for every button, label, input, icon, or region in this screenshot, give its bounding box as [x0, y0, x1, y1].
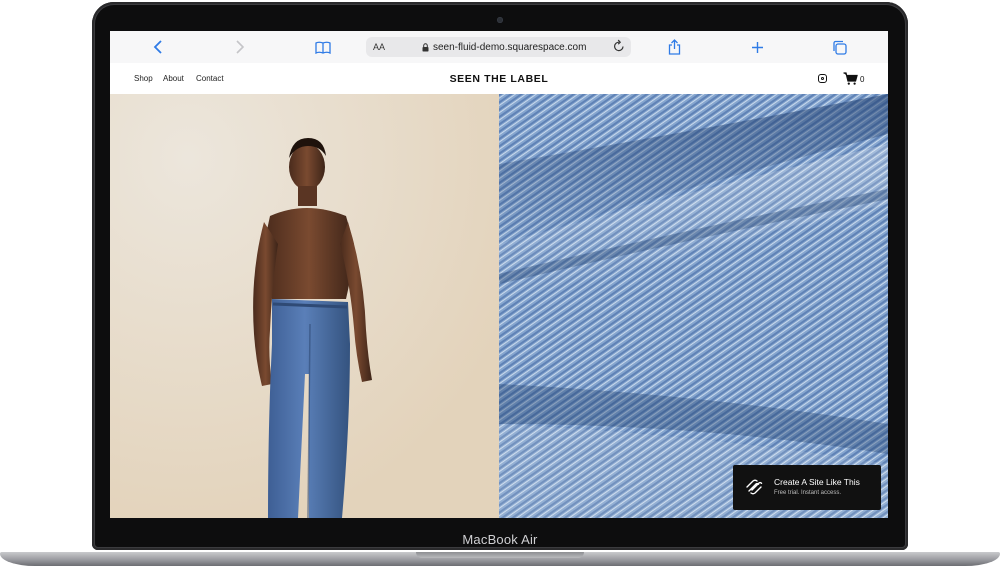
book-icon	[315, 41, 331, 54]
instagram-icon[interactable]	[818, 74, 827, 83]
hero-section	[110, 94, 888, 518]
back-button[interactable]	[148, 37, 168, 57]
text-size-button[interactable]: AA	[373, 42, 385, 52]
safari-toolbar: AA seen-fluid-demo.squarespace.com	[110, 31, 888, 64]
url-text: seen-fluid-demo.squarespace.com	[433, 41, 587, 53]
chevron-right-icon	[236, 40, 245, 54]
site-logo[interactable]: SEEN THE LABEL	[110, 73, 888, 85]
tabs-button[interactable]	[829, 37, 849, 57]
cta-subtitle: Free trial. Instant access.	[774, 490, 842, 496]
share-icon	[668, 39, 680, 55]
forward-button[interactable]	[230, 37, 250, 57]
plus-icon	[751, 41, 763, 53]
reload-button[interactable]	[613, 39, 625, 56]
site-header: Shop About Contact SEEN THE LABEL 0	[110, 63, 888, 94]
cart-count: 0	[860, 75, 865, 84]
webcam	[497, 17, 503, 23]
tabs-icon	[832, 40, 847, 55]
model-figure	[110, 94, 499, 518]
bookmarks-button[interactable]	[313, 37, 333, 57]
address-bar[interactable]: AA seen-fluid-demo.squarespace.com	[366, 37, 631, 57]
squarespace-logo-icon	[745, 479, 763, 500]
chevron-left-icon	[153, 40, 162, 54]
cart-button[interactable]	[843, 72, 858, 90]
cart-icon	[843, 72, 858, 85]
device-label: MacBook Air	[462, 532, 538, 547]
model-photo	[110, 94, 499, 518]
new-tab-button[interactable]	[747, 37, 767, 57]
create-site-banner[interactable]: Create A Site Like This Free trial. Inst…	[733, 465, 881, 510]
laptop-hinge-notch	[416, 552, 584, 558]
reload-icon	[614, 39, 624, 52]
share-button[interactable]	[664, 37, 684, 57]
text-size-label: AA	[373, 42, 386, 52]
cta-title: Create A Site Like This	[774, 477, 860, 487]
lock-icon	[422, 42, 429, 51]
denim-photo	[499, 94, 888, 518]
browser-screen: AA seen-fluid-demo.squarespace.com Shop …	[110, 31, 888, 518]
denim-texture	[499, 94, 888, 518]
